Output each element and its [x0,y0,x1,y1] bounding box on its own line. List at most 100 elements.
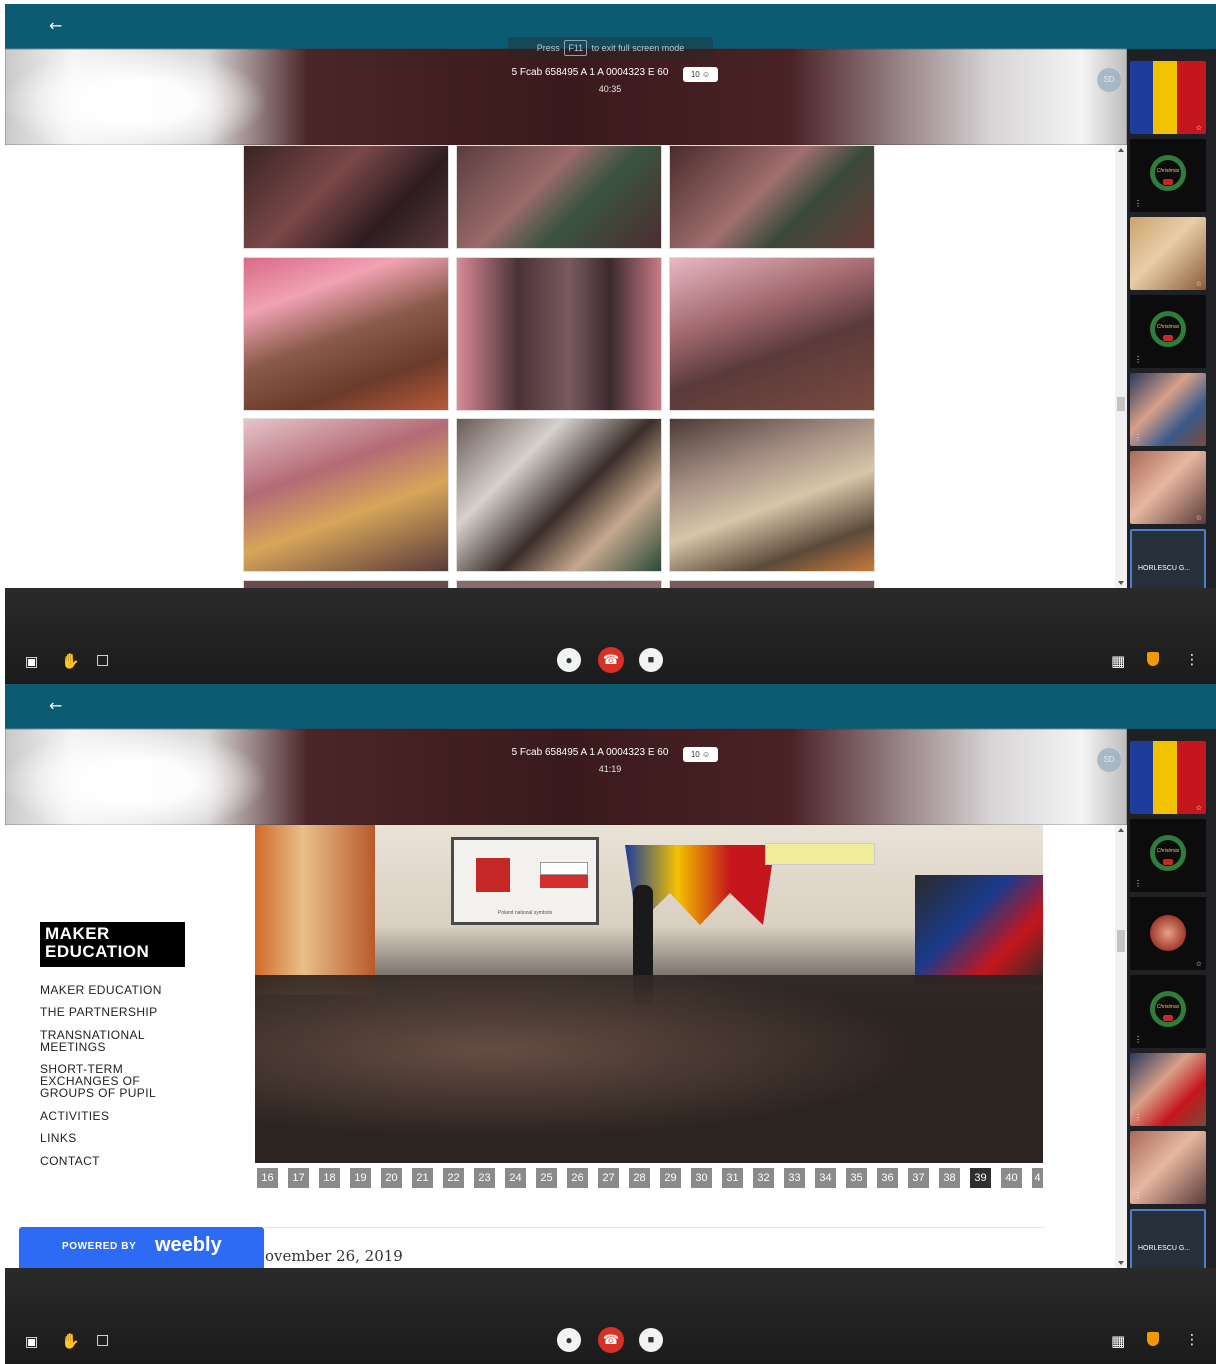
pin-icon[interactable]: ☆ [1196,514,1202,522]
participant-count[interactable]: 10 ☺ [683,67,718,82]
arrow-left-icon[interactable]: ← [49,16,62,35]
participant-tile[interactable]: ☆ [1130,741,1206,814]
more-vertical-icon[interactable]: ⋮ [1134,199,1142,208]
grid-layout-icon[interactable]: ▦ [1111,1332,1125,1350]
gallery-photo[interactable] [243,145,449,249]
participant-count[interactable]: 10 ☺ [683,747,718,762]
camera-icon[interactable]: ■ [639,648,663,672]
participant-tile[interactable]: Christmas ⋮ [1130,819,1206,892]
nav-the-partnership[interactable]: THE PARTNERSHIP [40,1006,190,1018]
grid-layout-icon[interactable]: ▦ [1111,652,1125,670]
scroll-thumb[interactable] [1117,397,1125,411]
raise-hand-icon[interactable]: ✋ [61,652,80,670]
pin-icon[interactable]: ☆ [1196,960,1202,968]
shield-icon[interactable] [1147,1332,1159,1346]
pin-icon[interactable]: ☆ [1196,804,1202,812]
gallery-photo[interactable] [669,418,875,572]
more-vertical-icon[interactable]: ⋮ [1134,1191,1142,1200]
nav-activities[interactable]: ACTIVITIES [40,1110,190,1122]
participant-tile[interactable]: ☆ [1130,897,1206,970]
participant-tile[interactable]: ⋮ [1130,1053,1206,1126]
participant-tile[interactable]: ☆ [1130,61,1206,134]
gallery-photo[interactable] [243,580,449,588]
more-vertical-icon[interactable]: ⋮ [1134,1113,1142,1122]
nav-short-term-exchanges[interactable]: SHORT-TERM EXCHANGES OF GROUPS OF PUPIL [40,1063,158,1099]
participant-tile[interactable]: ⋮ [1130,373,1206,446]
page-button[interactable]: 24 [505,1168,526,1188]
nav-maker-education[interactable]: MAKER EDUCATION [40,984,190,996]
scroll-up-icon[interactable] [1118,148,1124,152]
microphone-icon[interactable]: ● [557,1328,581,1352]
page-button[interactable]: 26 [567,1168,588,1188]
participant-tile[interactable]: ☆ [1130,217,1206,290]
pin-icon[interactable]: ☆ [1196,124,1202,132]
content-scrollbar[interactable] [1115,145,1127,588]
gallery-photo[interactable] [669,580,875,588]
gallery-photo[interactable] [456,257,662,411]
scroll-thumb[interactable] [1117,930,1125,952]
page-button[interactable]: 16 [257,1168,278,1188]
page-button[interactable]: 33 [784,1168,805,1188]
page-button[interactable]: 37 [908,1168,929,1188]
page-button[interactable]: 22 [443,1168,464,1188]
scroll-down-icon[interactable] [1118,581,1124,585]
page-button[interactable]: 27 [598,1168,619,1188]
gallery-photo[interactable] [456,580,662,588]
page-button[interactable]: 36 [877,1168,898,1188]
powered-by-weebly-badge[interactable]: POWERED BY weebly [19,1227,264,1268]
page-button[interactable]: 4 [1032,1168,1043,1188]
end-call-icon[interactable]: ☎ [598,1327,624,1353]
page-button[interactable]: 30 [691,1168,712,1188]
participant-tile[interactable]: ☆ [1130,451,1206,524]
page-button[interactable]: 28 [629,1168,650,1188]
chat-icon[interactable]: □ [96,652,109,668]
more-vertical-icon[interactable]: ⋮ [1134,433,1142,442]
site-logo[interactable]: MAKER EDUCATION [40,922,185,967]
page-button[interactable]: 29 [660,1168,681,1188]
page-button[interactable]: 17 [288,1168,309,1188]
microphone-icon[interactable]: ● [557,648,581,672]
page-button[interactable]: 40 [1001,1168,1022,1188]
more-vertical-icon[interactable]: ⋮ [1185,652,1199,668]
gallery-photo[interactable] [456,418,662,572]
shield-icon[interactable] [1147,652,1159,666]
participant-tile[interactable]: Christmas ⋮ [1130,295,1206,368]
more-vertical-icon[interactable]: ⋮ [1185,1332,1199,1348]
present-screen-icon[interactable]: ▣ [25,1334,38,1350]
gallery-photo[interactable] [456,145,662,249]
arrow-left-icon[interactable]: ← [49,696,62,715]
gallery-photo[interactable] [243,418,449,572]
page-button[interactable]: 32 [753,1168,774,1188]
gallery-photo[interactable] [669,145,875,249]
page-button[interactable]: 38 [939,1168,960,1188]
page-button[interactable]: 18 [319,1168,340,1188]
more-vertical-icon[interactable]: ⋮ [1134,1035,1142,1044]
pin-icon[interactable]: ☆ [1196,280,1202,288]
participant-tile[interactable]: Christmas ⋮ [1130,139,1206,212]
content-scrollbar[interactable] [1115,825,1127,1268]
present-screen-icon[interactable]: ▣ [25,654,38,670]
participant-tile[interactable]: Christmas ⋮ [1130,975,1206,1048]
more-vertical-icon[interactable]: ⋮ [1134,355,1142,364]
raise-hand-icon[interactable]: ✋ [61,1332,80,1350]
page-button[interactable]: 35 [846,1168,867,1188]
page-button-active[interactable]: 39 [970,1168,991,1188]
page-button[interactable]: 21 [412,1168,433,1188]
page-button[interactable]: 23 [474,1168,495,1188]
slideshow-image[interactable]: Poland national symbols [255,825,1043,1163]
gallery-photo[interactable] [669,257,875,411]
end-call-icon[interactable]: ☎ [598,647,624,673]
nav-links[interactable]: LINKS [40,1132,190,1144]
scroll-down-icon[interactable] [1118,1261,1124,1265]
more-vertical-icon[interactable]: ⋮ [1134,879,1142,888]
gallery-photo[interactable] [243,257,449,411]
chat-icon[interactable]: □ [96,1332,109,1348]
scroll-up-icon[interactable] [1118,828,1124,832]
nav-contact[interactable]: CONTACT [40,1155,190,1167]
page-button[interactable]: 34 [815,1168,836,1188]
page-button[interactable]: 20 [381,1168,402,1188]
page-button[interactable]: 31 [722,1168,743,1188]
nav-transnational-meetings[interactable]: TRANSNATIONAL MEETINGS [40,1029,160,1053]
page-button[interactable]: 25 [536,1168,557,1188]
participant-tile[interactable]: ⋮ [1130,1131,1206,1204]
